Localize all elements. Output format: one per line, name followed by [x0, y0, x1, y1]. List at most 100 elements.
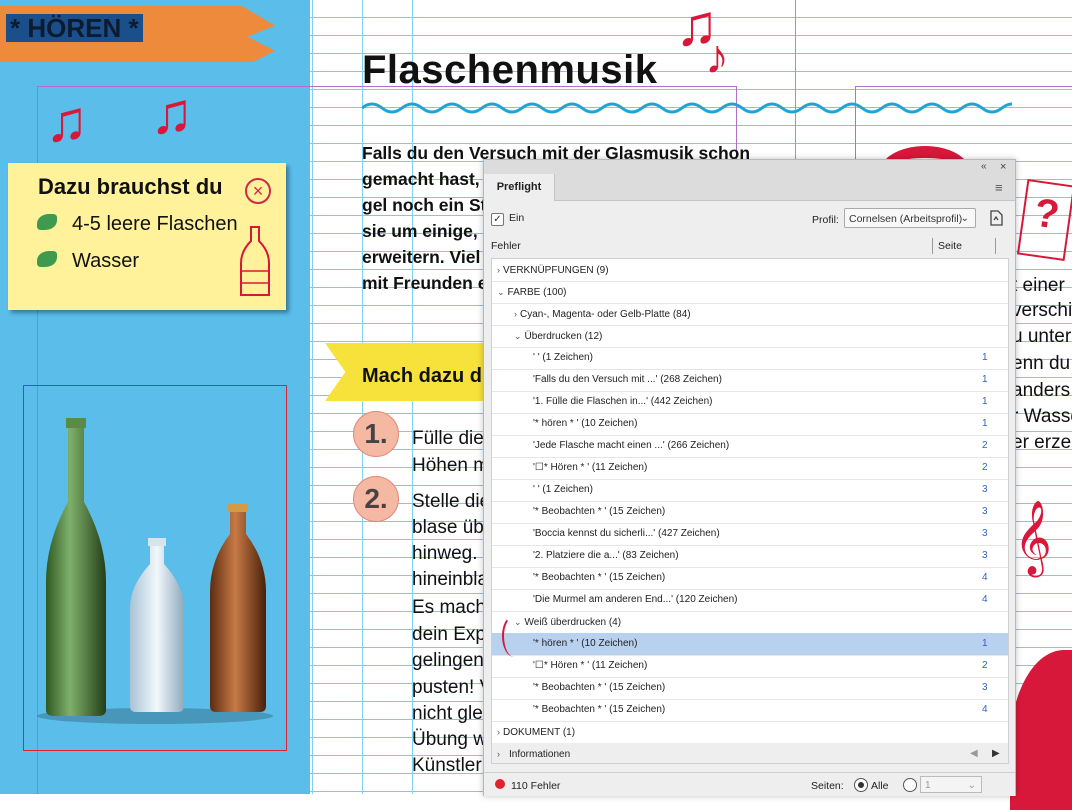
page-link[interactable]: 1: [982, 347, 988, 369]
music-note-icon: ♫: [45, 89, 89, 154]
wave-divider: [362, 102, 1012, 114]
column-header-error[interactable]: Fehler: [491, 240, 521, 252]
row-label: '☐* Hören * ' (11 Zeichen): [533, 660, 648, 671]
pages-range-radio[interactable]: [903, 778, 917, 792]
error-item-row[interactable]: 'Die Murmel am anderen End...' (120 Zeic…: [492, 589, 1008, 612]
row-label: 'Boccia kennst du sicherli...' (427 Zeic…: [533, 528, 720, 539]
chevron-right-icon[interactable]: ›: [497, 749, 500, 759]
error-item-row[interactable]: '☐* Hören * ' (11 Zeichen) 2: [492, 655, 1008, 678]
chevron-down-icon[interactable]: ⌄: [514, 331, 522, 341]
red-annotation-mark: [502, 615, 526, 657]
row-label: '* Beobachten * ' (15 Zeichen): [533, 682, 666, 693]
panel-menu-icon[interactable]: ≡: [995, 180, 1003, 195]
error-item-row[interactable]: 'Boccia kennst du sicherli...' (427 Zeic…: [492, 523, 1008, 546]
bottle-icon: [240, 226, 270, 296]
next-arrow-icon[interactable]: ▶: [992, 748, 1000, 759]
music-note-icon: ♫: [150, 81, 194, 146]
intro-line: gel noch ein Sti: [362, 195, 492, 215]
column-header-page[interactable]: Seite: [938, 240, 962, 252]
page-link[interactable]: 1: [982, 391, 988, 413]
right-column-line: er erze: [1012, 432, 1072, 453]
chevron-down-icon[interactable]: ⌄: [497, 287, 505, 297]
page-link[interactable]: 1: [982, 633, 988, 655]
page-link[interactable]: 1: [982, 413, 988, 435]
step-number-badge: 1.: [353, 411, 399, 457]
materials-item: Wasser: [72, 250, 140, 272]
close-panel-icon[interactable]: ×: [1000, 160, 1006, 174]
embed-profile-icon[interactable]: [988, 209, 1004, 227]
row-label: '☐* Hören * ' (11 Zeichen): [533, 462, 648, 473]
error-group-row[interactable]: › Cyan-, Magenta- oder Gelb-Platte (84): [492, 303, 1008, 326]
chevron-right-icon[interactable]: ›: [514, 309, 517, 319]
row-label: 'Jede Flasche macht einen ...' (266 Zeic…: [533, 440, 730, 451]
panel-title-bar[interactable]: [484, 160, 1015, 175]
pages-range-input[interactable]: 1 ⌄: [920, 776, 982, 793]
error-group-row[interactable]: ⌄ Weiß überdrucken (4): [492, 611, 1008, 634]
error-item-row[interactable]: '* Beobachten * ' (15 Zeichen) 4: [492, 699, 1008, 722]
error-category-row[interactable]: ⌄ FARBE (100): [492, 281, 1008, 304]
pages-all-radio[interactable]: [854, 778, 868, 792]
page-link[interactable]: 2: [982, 457, 988, 479]
row-label: 'Die Murmel am anderen End...' (120 Zeic…: [533, 594, 738, 605]
tab-preflight[interactable]: Preflight: [484, 174, 555, 201]
step-line: pusten! V: [412, 677, 493, 698]
row-label: VERKNÜPFUNGEN (9): [503, 265, 609, 276]
error-item-row[interactable]: '1. Fülle die Flaschen in...' (442 Zeich…: [492, 391, 1008, 414]
page-link[interactable]: 3: [982, 479, 988, 501]
music-note-icon: ♪: [705, 31, 729, 84]
step-number-badge: 2.: [353, 476, 399, 522]
page-link[interactable]: 4: [982, 589, 988, 611]
column-separator[interactable]: [995, 238, 996, 254]
error-item-row[interactable]: ' ' (1 Zeichen) 1: [492, 347, 1008, 370]
step-line: blase üb: [412, 517, 484, 538]
column-separator[interactable]: [932, 238, 933, 254]
error-group-row[interactable]: ⌄ Überdrucken (12): [492, 325, 1008, 348]
preflight-panel[interactable]: « × Preflight ≡ ✓ Ein Profil: Cornelsen …: [483, 159, 1016, 796]
page-link[interactable]: 3: [982, 545, 988, 567]
intro-line: sie um einige, e: [362, 221, 493, 241]
step-line: gelingen: [412, 650, 484, 671]
chevron-right-icon[interactable]: ›: [497, 265, 500, 275]
error-item-row[interactable]: '2. Platziere die a...' (83 Zeichen) 3: [492, 545, 1008, 568]
error-item-row[interactable]: '* hören * ' (10 Zeichen) 1: [492, 413, 1008, 436]
collapse-panel-icon[interactable]: «: [981, 160, 987, 174]
no-sign-icon: ×: [245, 178, 271, 204]
step-line: hineinbla: [412, 569, 489, 590]
row-label: '2. Platziere die a...' (83 Zeichen): [533, 550, 679, 561]
page-link[interactable]: 1: [982, 369, 988, 391]
error-item-row[interactable]: '☐* Hören * ' (11 Zeichen) 2: [492, 457, 1008, 480]
page-link[interactable]: 2: [982, 435, 988, 457]
step-line: Höhen m: [412, 455, 490, 476]
row-label: Cyan-, Magenta- oder Gelb-Platte (84): [520, 309, 691, 320]
error-item-row[interactable]: '* Beobachten * ' (15 Zeichen) 3: [492, 677, 1008, 700]
previous-arrow-icon[interactable]: ◀: [970, 748, 978, 759]
error-list[interactable]: › VERKNÜPFUNGEN (9) ⌄ FARBE (100) › Cyan-, …: [491, 258, 1009, 764]
right-column-line: verschie: [1012, 300, 1072, 321]
page-title[interactable]: Flaschenmusik: [362, 48, 658, 93]
profile-select[interactable]: Cornelsen (Arbeitsprofil) ⌄: [844, 208, 976, 228]
treble-clef-icon: 𝄞: [1014, 501, 1052, 573]
page-link[interactable]: 3: [982, 501, 988, 523]
page-link[interactable]: 4: [982, 567, 988, 589]
error-item-row[interactable]: 'Jede Flasche macht einen ...' (266 Zeic…: [492, 435, 1008, 458]
right-column-line: t einer: [1012, 275, 1065, 296]
page-link[interactable]: 4: [982, 699, 988, 721]
error-item-row[interactable]: ' ' (1 Zeichen) 3: [492, 479, 1008, 502]
row-label: '* Beobachten * ' (15 Zeichen): [533, 572, 666, 583]
error-item-row[interactable]: 'Falls du den Versuch mit ...' (268 Zeic…: [492, 369, 1008, 392]
chevron-down-icon: ⌄: [967, 780, 976, 791]
error-item-row[interactable]: '* Beobachten * ' (15 Zeichen) 4: [492, 567, 1008, 590]
pages-label: Seiten:: [811, 780, 844, 792]
page-link[interactable]: 2: [982, 655, 988, 677]
error-category-row[interactable]: › VERKNÜPFUNGEN (9): [492, 259, 1008, 282]
preflight-on-checkbox[interactable]: ✓: [491, 213, 504, 226]
info-row[interactable]: › Informationen: [492, 743, 1008, 763]
error-item-row[interactable]: '* Beobachten * ' (15 Zeichen) 3: [492, 501, 1008, 524]
page-link[interactable]: 3: [982, 523, 988, 545]
right-column-line: u unter: [1012, 326, 1072, 347]
page-link[interactable]: 3: [982, 677, 988, 699]
error-category-row[interactable]: › DOKUMENT (1): [492, 721, 1008, 744]
hoeren-banner-label[interactable]: * HÖREN *: [6, 14, 143, 42]
chevron-right-icon[interactable]: ›: [497, 727, 500, 737]
error-item-row-selected[interactable]: '* hören * ' (10 Zeichen) 1: [492, 633, 1008, 656]
